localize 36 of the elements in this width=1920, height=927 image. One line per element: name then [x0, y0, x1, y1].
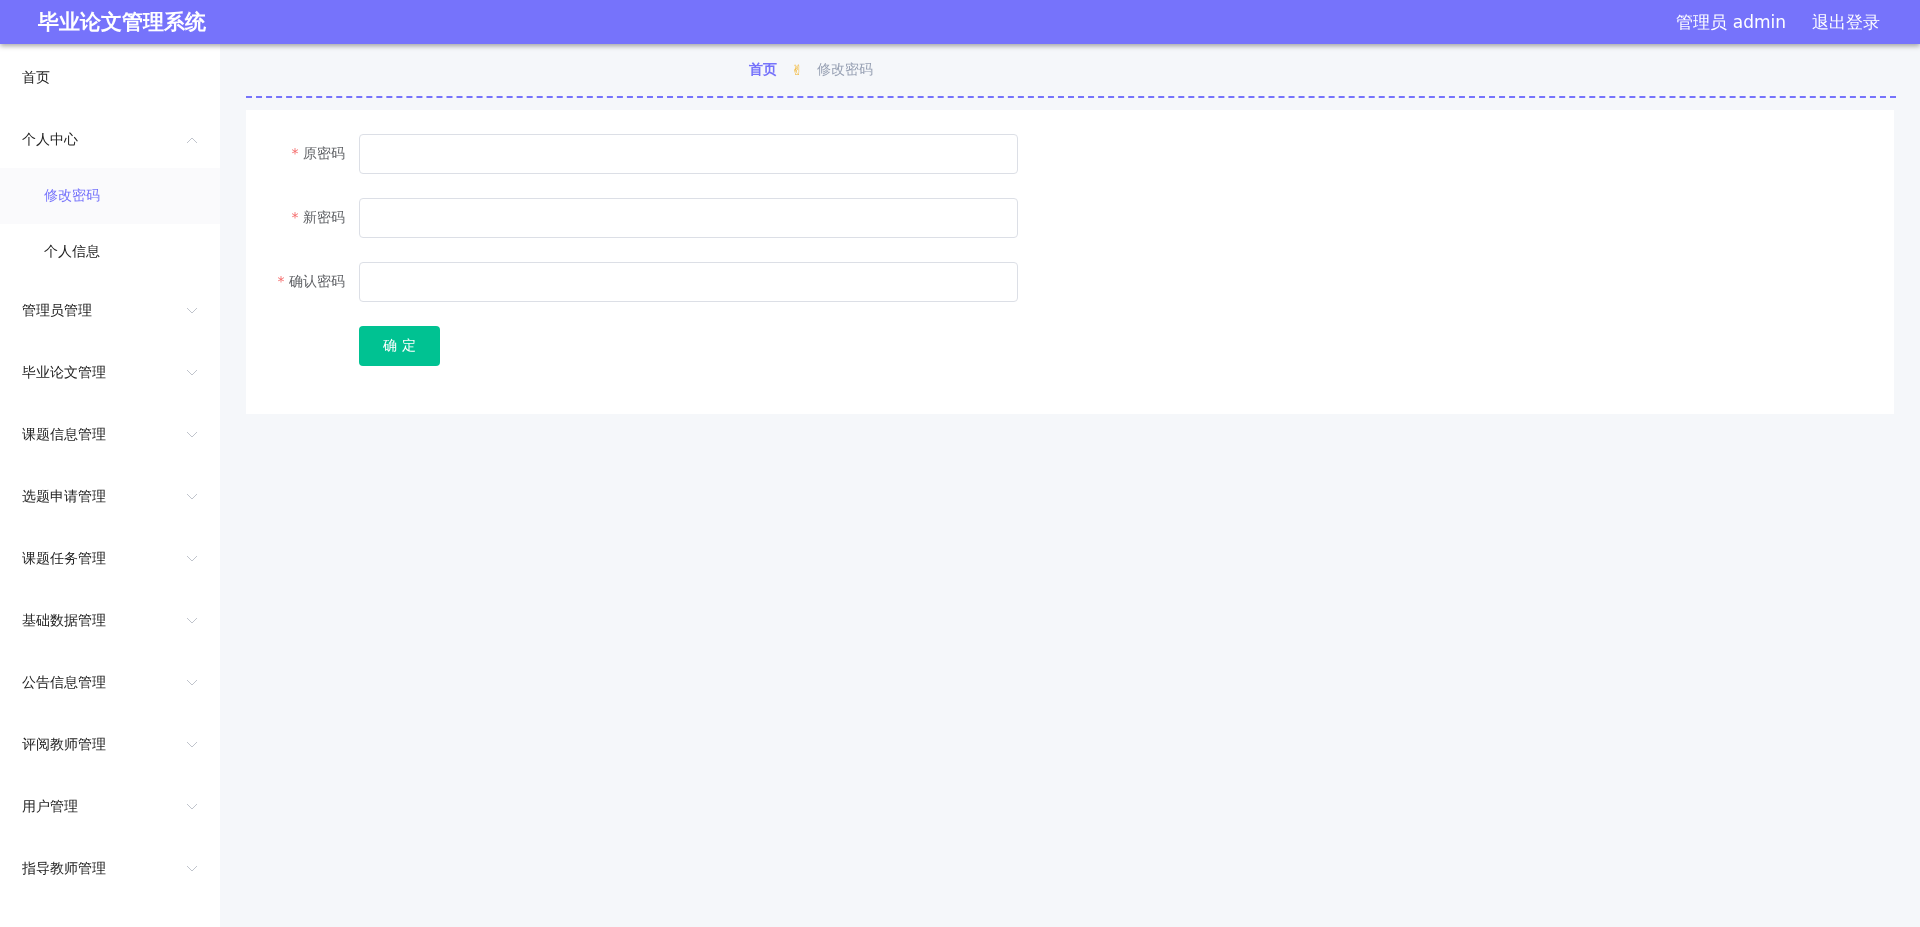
chevron-icon: [186, 865, 198, 873]
field-label: * 确认密码: [276, 273, 346, 291]
password-field[interactable]: [359, 198, 1018, 238]
menu-group[interactable]: 指导教师管理: [0, 838, 220, 900]
chevron-icon: [186, 803, 198, 811]
password-field[interactable]: [359, 134, 1018, 174]
submenu-item[interactable]: 修改密码: [0, 168, 220, 224]
chevron-icon: [186, 617, 198, 625]
menu-group[interactable]: 公告信息管理: [0, 652, 220, 714]
breadcrumb-separator: ✌: [791, 62, 803, 78]
password-field[interactable]: [359, 262, 1018, 302]
menu-group[interactable]: 选题申请管理: [0, 466, 220, 528]
chevron-icon: [186, 741, 198, 749]
chevron-icon: [186, 679, 198, 687]
menu-group[interactable]: 管理员管理: [0, 280, 220, 342]
menu-group[interactable]: 用户管理: [0, 776, 220, 838]
menu-group[interactable]: 基础数据管理: [0, 590, 220, 652]
menu-group[interactable]: 毕业论文管理: [0, 342, 220, 404]
menu-group[interactable]: 课题任务管理: [0, 528, 220, 590]
menu-group[interactable]: 评阅教师管理: [0, 714, 220, 776]
menu-group[interactable]: 个人中心: [0, 112, 220, 168]
logout-link[interactable]: 退出登录: [1812, 10, 1880, 34]
app-title: 毕业论文管理系统: [38, 9, 206, 36]
user-label: 管理员 admin: [1676, 10, 1786, 34]
field-label: * 新密码: [290, 209, 346, 227]
submenu-item[interactable]: 个人信息: [0, 224, 220, 280]
menu-item[interactable]: 首页: [0, 44, 220, 112]
chevron-icon: [186, 136, 198, 144]
chevron-icon: [186, 493, 198, 501]
chevron-icon: [186, 555, 198, 563]
menu-group[interactable]: 课题信息管理: [0, 404, 220, 466]
chevron-icon: [186, 307, 198, 315]
chevron-icon: [186, 431, 198, 439]
chevron-icon: [186, 369, 198, 377]
breadcrumb-current: 修改密码: [816, 61, 873, 79]
field-label: * 原密码: [290, 145, 346, 163]
